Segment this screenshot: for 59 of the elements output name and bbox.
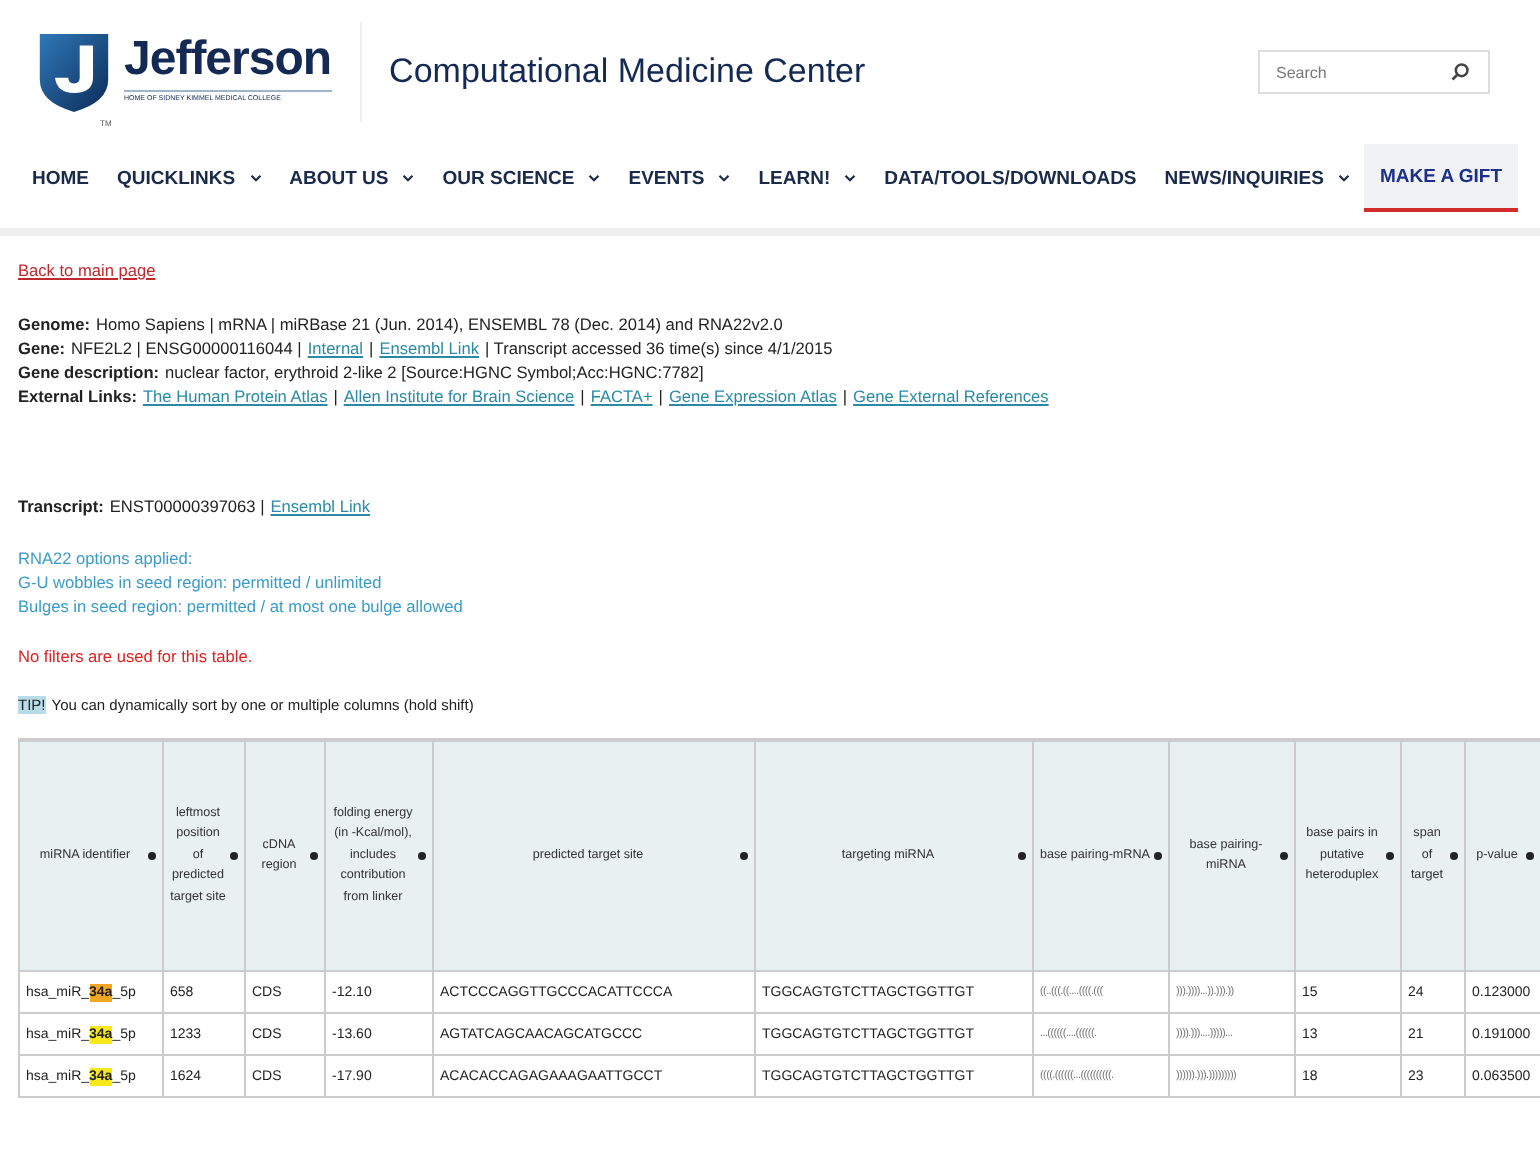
back-link[interactable]: Back to main page <box>18 260 156 280</box>
info-link[interactable]: FACTA+ <box>590 384 653 408</box>
info-text: nuclear factor, erythroid 2-like 2 [Source:HGNC Symbol;Acc:HGNC:7782] <box>165 360 704 384</box>
nav-item[interactable]: EVENTS <box>614 144 745 212</box>
sort-icon[interactable] <box>230 852 238 860</box>
info-link[interactable]: The Human Protein Atlas <box>142 384 328 408</box>
sort-icon[interactable] <box>310 852 318 860</box>
filter-note: No filters are used for this table. <box>18 646 255 666</box>
sort-icon[interactable] <box>1450 852 1458 860</box>
option-text: RNA22 options applied: <box>18 546 195 570</box>
info-label: External Links: <box>18 384 137 408</box>
transcript-text: ENST00000397063 | <box>109 494 265 518</box>
nav-item[interactable]: OUR SCIENCE <box>428 144 615 212</box>
info-text: | <box>580 384 585 408</box>
search-icon[interactable] <box>1450 62 1470 82</box>
nav-item[interactable]: NEWS/INQUIRIES <box>1150 144 1364 212</box>
chevron-down-icon <box>844 174 857 182</box>
info-link[interactable]: Gene Expression Atlas <box>668 384 837 408</box>
sort-icon[interactable] <box>1386 852 1394 860</box>
info-text: | <box>369 336 374 360</box>
transcript-link[interactable]: Ensembl Link <box>270 494 371 518</box>
info-link[interactable]: Gene External References <box>853 384 1049 408</box>
brand-name: Jefferson <box>124 34 332 86</box>
shield-logo-icon <box>36 30 112 114</box>
sort-icon[interactable] <box>1018 852 1026 860</box>
chevron-down-icon <box>1337 174 1350 182</box>
nav-item[interactable]: QUICKLINKS <box>103 144 276 212</box>
option-text: Bulges in seed region: permitted / at most one bulge allowed <box>18 594 465 618</box>
sort-icon[interactable] <box>740 852 748 860</box>
info-label: Gene description: <box>18 360 160 384</box>
search-field[interactable]: Search <box>1258 50 1490 94</box>
info-link[interactable]: Ensembl Link <box>379 336 479 360</box>
info-link[interactable]: Allen Institute for Brain Science <box>343 384 575 408</box>
chevron-down-icon <box>402 174 415 182</box>
info-text: | Transcript accessed 36 time(s) since 4/1/2015 <box>485 336 833 360</box>
sort-icon[interactable] <box>418 852 426 860</box>
nav-item[interactable]: HOME <box>18 144 103 212</box>
info-text: | <box>658 384 663 408</box>
info-text: Homo Sapiens | mRNA | miRBase 21 (Jun. 2014), ENSEMBL 78 (Dec. 2014) and RNA22v2.0 <box>95 312 783 336</box>
info-label: Genome: <box>18 312 90 336</box>
info-text: NFE2L2 | ENSG00000116044 | <box>71 336 302 360</box>
sort-icon[interactable] <box>148 852 156 860</box>
info-text: | <box>842 384 848 408</box>
transcript-label: Transcript: <box>18 494 104 518</box>
sort-icon[interactable] <box>1154 852 1162 860</box>
info-text: | <box>333 384 338 408</box>
sort-icon[interactable] <box>1280 852 1288 860</box>
site-title: Computational Medicine Center <box>389 52 866 92</box>
nav-item[interactable]: LEARN! <box>744 144 871 212</box>
option-text: G-U wobbles in seed region: permitted / unlimited <box>18 570 384 594</box>
sort-icon[interactable] <box>1526 852 1534 860</box>
info-label: Gene: <box>18 336 66 360</box>
chevron-down-icon <box>249 174 262 182</box>
nav-item[interactable]: ABOUT US <box>275 144 429 212</box>
nav-item[interactable]: MAKE A GIFT <box>1363 144 1519 212</box>
info-link[interactable]: Internal <box>307 336 364 360</box>
chevron-down-icon <box>588 174 601 182</box>
nav-item[interactable]: DATA/TOOLS/DOWNLOADS <box>870 144 1151 212</box>
chevron-down-icon <box>718 174 731 182</box>
